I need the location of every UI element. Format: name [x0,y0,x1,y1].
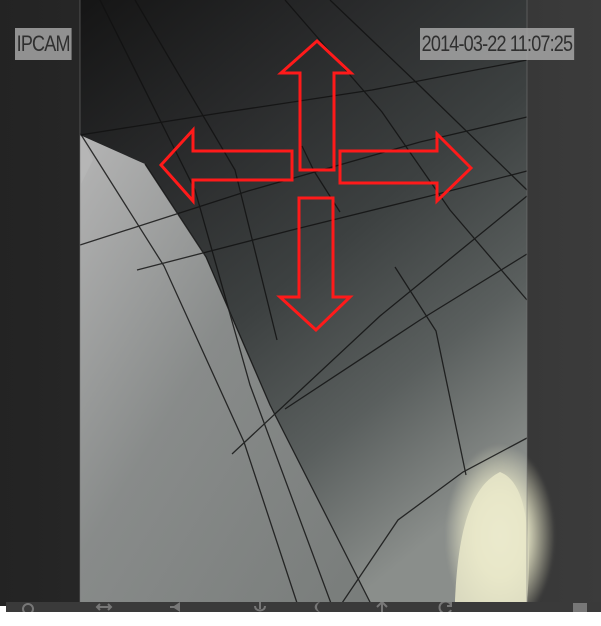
ptz-control-overlay [158,38,474,333]
bottom-toolbar [6,602,601,612]
arrow-right-icon[interactable] [338,130,474,205]
upload-icon[interactable] [372,602,392,612]
refresh-icon[interactable] [436,602,456,612]
microphone-icon[interactable] [250,602,270,612]
camera-viewer: IPCAM 2014-03-22 11:07:25 [0,0,601,626]
night-mode-icon[interactable] [308,602,328,612]
screen-icon[interactable] [570,602,590,612]
arrow-left-icon[interactable] [158,126,294,205]
bottom-spacer [6,612,601,626]
mirror-icon[interactable] [94,602,114,612]
arrow-down-icon[interactable] [276,196,354,333]
speaker-icon[interactable] [166,602,186,612]
power-icon[interactable] [18,602,38,612]
ptz-arrows [158,38,474,333]
